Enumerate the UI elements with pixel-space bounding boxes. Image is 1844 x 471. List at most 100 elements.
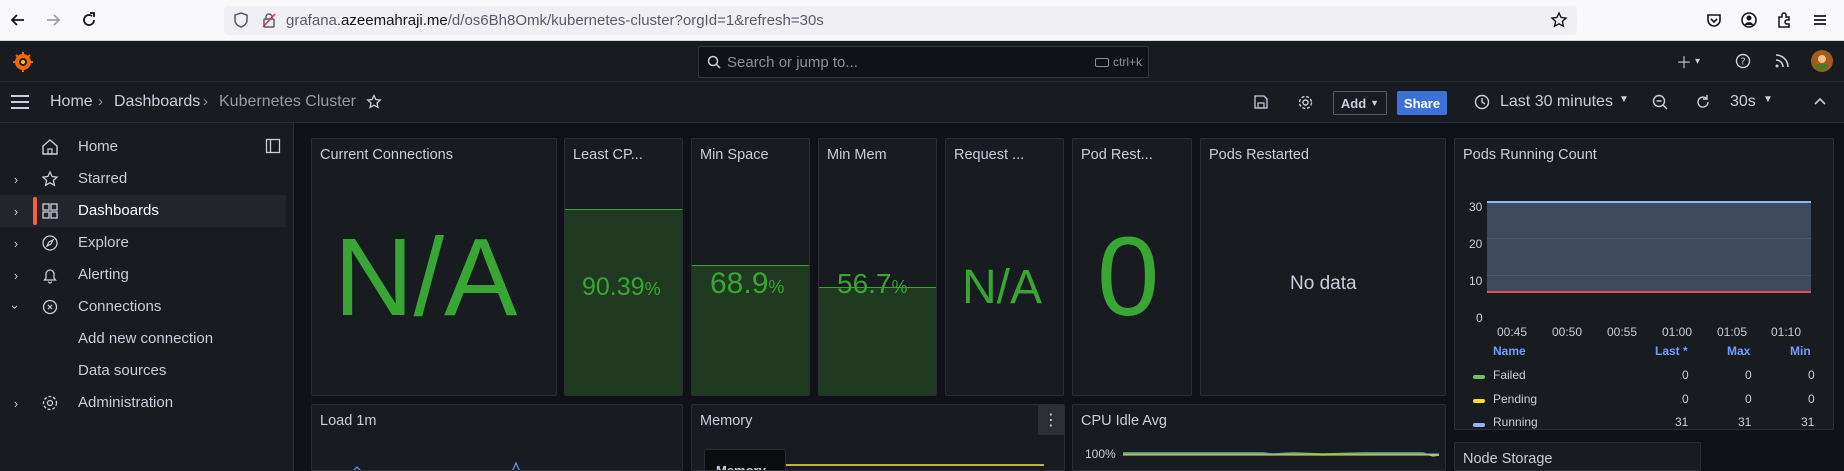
account-icon[interactable]	[1739, 10, 1759, 30]
sidebar-item-dashboards[interactable]: › Dashboards	[0, 195, 286, 227]
collapse-chevron-up-icon[interactable]	[1810, 92, 1830, 112]
panel-title: CPU Idle Avg	[1081, 413, 1167, 429]
new-plus-icon[interactable]: ＋ ▾	[1672, 51, 1704, 72]
x-tick: 01:10	[1771, 325, 1802, 339]
gear-icon	[41, 394, 59, 412]
chevron-down-icon[interactable]: ›	[8, 299, 24, 315]
sidebar-item-alerting[interactable]: › Alerting	[0, 259, 286, 291]
panel-min-mem[interactable]: Min Mem 56.7%	[818, 138, 937, 396]
sidebar-item-explore[interactable]: › Explore	[0, 227, 286, 259]
stat-sparkline-line	[692, 265, 809, 266]
legend-header-max[interactable]: Max	[1727, 344, 1750, 358]
sidebar-item-label: Data sources	[78, 362, 167, 379]
stat-value: 90.39%	[582, 273, 661, 301]
legend-name: Running	[1493, 415, 1538, 429]
search-input[interactable]: Search or jump to... ctrl+k	[698, 46, 1149, 78]
panel-cpu-idle-avg[interactable]: CPU Idle Avg 100%	[1072, 404, 1446, 471]
refresh-interval-picker[interactable]: 30s	[1730, 93, 1756, 111]
legend-max: 0	[1745, 368, 1752, 382]
stat-value: 68.9%	[710, 267, 785, 300]
panel-memory[interactable]: Memory ⋮ Memory	[691, 404, 1065, 471]
panel-min-space[interactable]: Min Space 68.9%	[691, 138, 810, 396]
star-icon	[41, 170, 59, 188]
legend-header-last[interactable]: Last *	[1655, 344, 1688, 358]
chevron-right-icon[interactable]: ›	[8, 171, 24, 187]
search-shortcut: ctrl+k	[1094, 55, 1142, 69]
grafana-logo-icon[interactable]	[11, 50, 35, 74]
breadcrumb-separator: ›	[203, 93, 208, 110]
breadcrumb-home[interactable]: Home	[50, 93, 93, 111]
breadcrumb-dashboards[interactable]: Dashboards	[114, 93, 200, 111]
stat-value: 0	[1097, 214, 1160, 339]
bookmark-star-icon[interactable]	[1550, 11, 1568, 29]
chevron-down-icon: ▼	[1370, 98, 1380, 108]
sidebar-item-starred[interactable]: › Starred	[0, 163, 286, 195]
gridline	[1487, 275, 1811, 276]
panel-current-connections[interactable]: Current Connections N/A	[311, 138, 557, 396]
help-icon[interactable]: ?	[1733, 51, 1753, 71]
stat-value: 56.7%	[837, 268, 908, 299]
sidebar-item-add-new-connection[interactable]: Add new connection	[0, 323, 286, 355]
insecure-lock-icon[interactable]	[260, 11, 278, 29]
chevron-right-icon[interactable]: ›	[8, 235, 24, 251]
add-button[interactable]: Add ▼	[1333, 91, 1387, 115]
panel-pods-running-count[interactable]: Pods Running Count 30 20 10 0 00:45 00:5…	[1454, 138, 1834, 430]
hamburger-menu-icon[interactable]	[10, 92, 30, 112]
breadcrumb-current: Kubernetes Cluster	[219, 93, 356, 110]
no-data-message: No data	[1290, 273, 1357, 294]
sidebar-item-connections[interactable]: › Connections	[0, 291, 286, 323]
panel-pods-restarted[interactable]: Pods Restarted No data	[1200, 138, 1446, 396]
forward-icon[interactable]	[43, 10, 63, 30]
panel-load-1m[interactable]: Load 1m	[311, 404, 683, 471]
dashboard-settings-gear-icon[interactable]	[1295, 92, 1315, 112]
sidebar-item-administration[interactable]: › Administration	[0, 387, 286, 419]
chevron-right-icon[interactable]: ›	[8, 267, 24, 283]
panel-request[interactable]: Request ... N/A	[945, 138, 1064, 396]
sidebar-item-label: Explore	[78, 234, 129, 251]
bell-icon	[41, 266, 59, 284]
legend-max: 31	[1738, 415, 1752, 429]
legend-header-min[interactable]: Min	[1790, 344, 1811, 358]
sidebar-item-data-sources[interactable]: Data sources	[0, 355, 286, 387]
y-tick: 10	[1469, 274, 1483, 288]
news-rss-icon[interactable]	[1772, 51, 1792, 71]
refresh-chevron-icon[interactable]: ▼	[1763, 94, 1773, 105]
back-icon[interactable]	[8, 10, 28, 30]
sidebar-item-home[interactable]: Home	[0, 131, 286, 163]
connections-plug-icon	[41, 298, 59, 316]
user-avatar[interactable]	[1810, 49, 1834, 73]
reload-icon[interactable]	[79, 10, 99, 30]
panel-least-cpu[interactable]: Least CP... 90.39%	[564, 138, 683, 396]
menu-icon[interactable]	[1810, 10, 1830, 30]
pocket-icon[interactable]	[1704, 10, 1724, 30]
panel-title: Load 1m	[320, 413, 377, 429]
time-range-chevron-icon[interactable]: ▼	[1619, 94, 1629, 105]
address-bar[interactable]: grafana.azeemahraji.me/d/os6Bh8Omk/kuber…	[224, 6, 1577, 35]
refresh-icon[interactable]	[1693, 92, 1713, 112]
time-range-picker[interactable]: Last 30 minutes	[1500, 93, 1613, 111]
timeseries-plot	[1487, 201, 1811, 293]
chevron-right-icon[interactable]: ›	[8, 395, 24, 411]
save-dashboard-icon[interactable]	[1251, 92, 1271, 112]
legend-min: 31	[1801, 415, 1815, 429]
chevron-right-icon[interactable]: ›	[8, 203, 24, 219]
home-icon	[41, 138, 59, 156]
gridline	[1487, 238, 1811, 239]
legend-swatch	[1473, 375, 1485, 379]
dashboards-grid-icon	[41, 202, 59, 220]
panel-pod-restarts[interactable]: Pod Rest... 0	[1072, 138, 1192, 396]
favorite-star-icon[interactable]	[364, 92, 384, 112]
panel-title: Current Connections	[320, 147, 453, 163]
panel-menu-icon[interactable]: ⋮	[1038, 405, 1064, 435]
zoom-out-icon[interactable]	[1650, 92, 1670, 112]
extensions-icon[interactable]	[1774, 10, 1794, 30]
legend-last: 0	[1682, 368, 1689, 382]
dock-menu-icon[interactable]	[265, 138, 281, 154]
legend-header-name[interactable]: Name	[1493, 344, 1526, 358]
share-button[interactable]: Share	[1397, 91, 1447, 115]
panel-node-storage[interactable]: Node Storage	[1454, 442, 1701, 471]
stat-value: N/A	[962, 261, 1043, 314]
y-tick: 30	[1469, 200, 1483, 214]
shield-icon[interactable]	[232, 11, 250, 29]
y-tick: 20	[1469, 237, 1483, 251]
